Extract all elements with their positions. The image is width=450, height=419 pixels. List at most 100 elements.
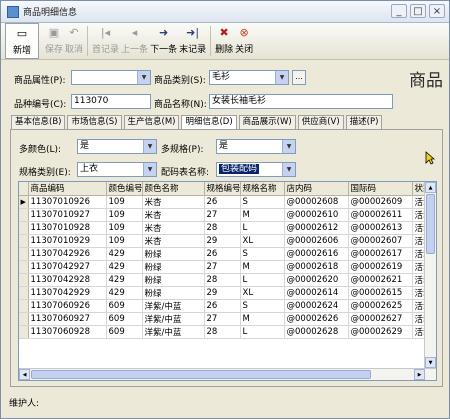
table-row[interactable]: 11307010928 109 米杏 28 L @00002612 @00002613 活动: [19, 221, 436, 235]
next-record-button[interactable]: ➜ 下一条: [150, 23, 177, 59]
table-cell[interactable]: @00002607: [348, 234, 413, 248]
table-cell[interactable]: @00002608: [284, 195, 349, 209]
vertical-scrollbar[interactable]: ▲ ▼: [424, 182, 436, 368]
sizetype-select[interactable]: 上衣 ▼: [77, 162, 157, 177]
row-indicator[interactable]: [19, 260, 29, 274]
table-cell[interactable]: 米杏: [142, 195, 205, 209]
scroll-thumb[interactable]: [426, 194, 435, 254]
column-header[interactable]: 规格名称: [240, 182, 285, 196]
row-indicator[interactable]: [19, 234, 29, 248]
table-cell[interactable]: 28: [204, 273, 241, 287]
chevron-down-icon[interactable]: ▼: [282, 140, 295, 153]
column-header[interactable]: 商品编码: [28, 182, 107, 196]
table-cell[interactable]: 109: [106, 195, 143, 209]
table-cell[interactable]: @00002619: [348, 260, 413, 274]
chevron-down-icon[interactable]: ▼: [143, 163, 156, 176]
maximize-button[interactable]: □: [410, 4, 426, 18]
close-button[interactable]: ⊗ 关闭: [235, 23, 253, 59]
table-cell[interactable]: @00002628: [284, 325, 349, 339]
table-cell[interactable]: L: [240, 325, 285, 339]
first-record-button[interactable]: |◂ 首记录: [92, 23, 119, 59]
delete-button[interactable]: ✖ 删除: [215, 23, 233, 59]
table-cell[interactable]: 11307010927: [28, 208, 107, 222]
table-row[interactable]: 11307042927 429 粉绿 27 M @00002618 @00002619 活动: [19, 260, 436, 274]
table-cell[interactable]: 429: [106, 286, 143, 300]
row-indicator[interactable]: [19, 208, 29, 222]
table-cell[interactable]: 11307010929: [28, 234, 107, 248]
table-cell[interactable]: 11307060927: [28, 312, 107, 326]
table-cell[interactable]: 28: [204, 325, 241, 339]
table-cell[interactable]: @00002620: [284, 273, 349, 287]
table-cell[interactable]: 洋紫/中蓝: [142, 325, 205, 339]
table-cell[interactable]: @00002611: [348, 208, 413, 222]
table-row[interactable]: 11307060926 609 洋紫/中蓝 26 S @00002624 @00002625…: [19, 299, 436, 313]
new-button[interactable]: ▭ 新增: [5, 23, 39, 59]
table-cell[interactable]: 粉绿: [142, 247, 205, 261]
table-cell[interactable]: 粉绿: [142, 286, 205, 300]
table-cell[interactable]: 29: [204, 234, 241, 248]
chevron-down-icon[interactable]: ▼: [275, 71, 288, 84]
table-cell[interactable]: S: [240, 247, 285, 261]
cancel-button[interactable]: ↶ 取消: [65, 23, 83, 59]
tab-display[interactable]: 商品展示(W): [238, 115, 296, 129]
chevron-down-icon[interactable]: ▼: [143, 140, 156, 153]
table-cell[interactable]: 27: [204, 312, 241, 326]
prev-record-button[interactable]: ◂ 上一条: [121, 23, 148, 59]
column-header[interactable]: 店内码: [284, 182, 349, 196]
column-header[interactable]: 国际码: [348, 182, 413, 196]
table-cell[interactable]: 28: [204, 221, 241, 235]
column-header[interactable]: 规格编号: [204, 182, 241, 196]
table-cell[interactable]: 11307060926: [28, 299, 107, 313]
table-cell[interactable]: @00002627: [348, 312, 413, 326]
row-indicator[interactable]: [19, 312, 29, 326]
table-cell[interactable]: @00002606: [284, 234, 349, 248]
tab-description[interactable]: 描述(P): [345, 115, 383, 129]
table-cell[interactable]: L: [240, 273, 285, 287]
tab-detail[interactable]: 明细信息(D): [181, 115, 237, 130]
scroll-down-icon[interactable]: ▼: [425, 357, 436, 368]
table-cell[interactable]: 29: [204, 286, 241, 300]
column-header[interactable]: 颜色编号: [106, 182, 143, 196]
column-header[interactable]: 颜色名称: [142, 182, 205, 196]
table-cell[interactable]: 11307042929: [28, 286, 107, 300]
table-cell[interactable]: @00002624: [284, 299, 349, 313]
category-select[interactable]: 毛衫 ▼: [209, 70, 289, 85]
table-cell[interactable]: 109: [106, 234, 143, 248]
table-cell[interactable]: 26: [204, 247, 241, 261]
row-indicator[interactable]: [19, 286, 29, 300]
table-cell[interactable]: @00002612: [284, 221, 349, 235]
table-cell[interactable]: 11307010926: [28, 195, 107, 209]
table-cell[interactable]: 洋紫/中蓝: [142, 299, 205, 313]
table-cell[interactable]: 粉绿: [142, 273, 205, 287]
table-cell[interactable]: 洋紫/中蓝: [142, 312, 205, 326]
table-cell[interactable]: @00002614: [284, 286, 349, 300]
minimize-button[interactable]: _: [391, 4, 407, 18]
table-cell[interactable]: @00002609: [348, 195, 413, 209]
table-cell[interactable]: 粉绿: [142, 260, 205, 274]
row-indicator[interactable]: [19, 221, 29, 235]
table-row[interactable]: 11307060927 609 洋紫/中蓝 27 M @00002626 @00002627…: [19, 312, 436, 326]
row-indicator[interactable]: [19, 299, 29, 313]
packing-select[interactable]: 包装配码 ▼: [216, 162, 296, 177]
table-cell[interactable]: 27: [204, 208, 241, 222]
table-cell[interactable]: M: [240, 260, 285, 274]
table-row[interactable]: 11307010927 109 米杏 27 M @00002610 @00002611 活动: [19, 208, 436, 222]
tab-production[interactable]: 生产信息(M): [123, 115, 180, 129]
tab-market[interactable]: 市场信息(S): [67, 115, 122, 129]
table-cell[interactable]: @00002629: [348, 325, 413, 339]
scroll-left-icon[interactable]: ◀: [19, 369, 30, 380]
table-cell[interactable]: 27: [204, 260, 241, 274]
name-field[interactable]: 女装长袖毛衫: [209, 94, 393, 109]
table-cell[interactable]: 429: [106, 260, 143, 274]
tab-basic[interactable]: 基本信息(B): [11, 115, 66, 129]
table-cell[interactable]: 11307060928: [28, 325, 107, 339]
table-cell[interactable]: 429: [106, 247, 143, 261]
table-cell[interactable]: @00002621: [348, 273, 413, 287]
table-cell[interactable]: @00002616: [284, 247, 349, 261]
scroll-thumb[interactable]: [31, 370, 371, 379]
table-cell[interactable]: S: [240, 299, 285, 313]
row-indicator[interactable]: [19, 325, 29, 339]
table-row[interactable]: 11307042926 429 粉绿 26 S @00002616 @00002617 活动: [19, 247, 436, 261]
last-record-button[interactable]: ➜| 末记录: [179, 23, 206, 59]
row-indicator[interactable]: [19, 273, 29, 287]
